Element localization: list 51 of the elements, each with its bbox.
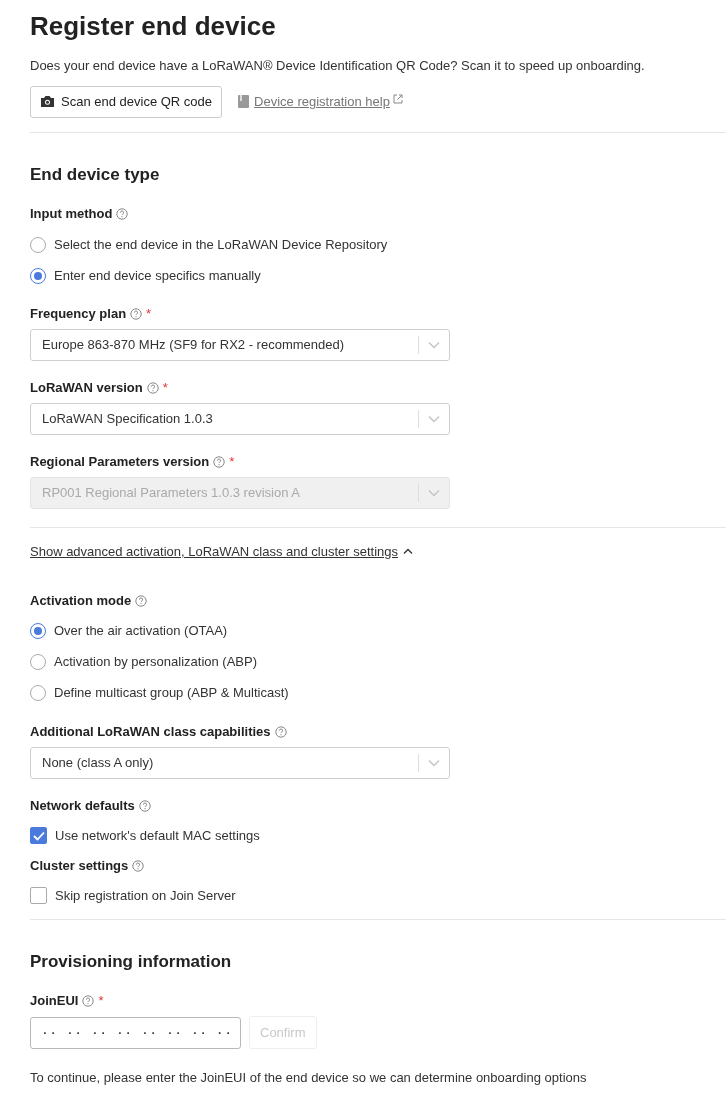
camera-icon (40, 95, 55, 108)
field-label: Activation mode (30, 591, 132, 610)
field-label: Frequency plan (30, 305, 127, 324)
required-mark: * (162, 379, 168, 398)
field-label: Additional LoRaWAN class capabilities (30, 722, 271, 741)
help-text: To continue, please enter the JoinEUI of the end device so we can determine onboarding options (30, 1069, 588, 1087)
registration-help-link[interactable]: Device registration help (254, 91, 390, 112)
checkbox-label: Use network's default MAC settings (55, 826, 260, 845)
scan-qr-button[interactable]: Scan end device QR code (30, 85, 223, 118)
join-eui-field[interactable]: ·· ·· ·· ·· ·· ·· ·· ·· (30, 1016, 241, 1049)
help-icon[interactable] (130, 308, 143, 320)
section-heading: End device type (30, 163, 161, 186)
book-icon (238, 95, 250, 108)
help-icon[interactable] (213, 456, 226, 468)
help-icon[interactable] (135, 594, 148, 607)
required-mark: * (98, 992, 104, 1011)
field-label: LoRaWAN version (30, 379, 143, 398)
field-label: JoinEUI (30, 992, 79, 1011)
external-link-icon (392, 93, 403, 104)
checkmark-icon (32, 830, 45, 841)
radio-label: Over the air activation (OTAA) (54, 622, 228, 641)
required-mark: * (146, 305, 152, 324)
field-label: Network defaults (30, 796, 135, 815)
checkbox[interactable] (30, 887, 47, 904)
radio-label: Enter end device specifics manually (54, 266, 261, 285)
required-mark: * (229, 453, 235, 472)
section-heading: Provisioning information (30, 950, 233, 973)
chevron-down-icon (428, 758, 440, 767)
radio-label: Define multicast group (ABP & Multicast) (54, 684, 289, 703)
help-icon[interactable] (274, 725, 287, 738)
radio-label: Select the end device in the LoRaWAN Device Repository (54, 235, 388, 254)
dropdown-select[interactable]: None (class A only) (30, 746, 450, 779)
advanced-settings-link[interactable]: Show advanced activation, LoRaWAN class and cluster settings (30, 542, 399, 562)
help-icon[interactable] (82, 995, 95, 1007)
help-icon[interactable] (116, 208, 129, 220)
intro-text: Does your end device have a LoRaWAN® Device Identification QR Code? Scan it to speed up onboarding. (30, 57, 646, 75)
field-label: Regional Parameters version (30, 453, 210, 472)
radio-label: Activation by personalization (ABP) (54, 653, 258, 672)
help-icon[interactable] (146, 382, 159, 394)
checkbox-label: Skip registration on Join Server (55, 886, 236, 905)
field-label: Input method (30, 205, 113, 224)
page-title: Register end device (30, 10, 277, 42)
help-icon[interactable] (138, 799, 151, 812)
dropdown-select[interactable]: Europe 863-870 MHz (SF9 for RX2 - recommended) (30, 329, 450, 361)
dropdown-select[interactable]: LoRaWAN Specification 1.0.3 (30, 403, 450, 435)
chevron-down-icon (428, 341, 440, 349)
field-label: Cluster settings (30, 856, 129, 875)
help-icon[interactable] (132, 859, 145, 872)
checkbox[interactable] (30, 827, 47, 844)
chevron-down-icon (428, 489, 440, 497)
chevron-down-icon (428, 415, 440, 423)
